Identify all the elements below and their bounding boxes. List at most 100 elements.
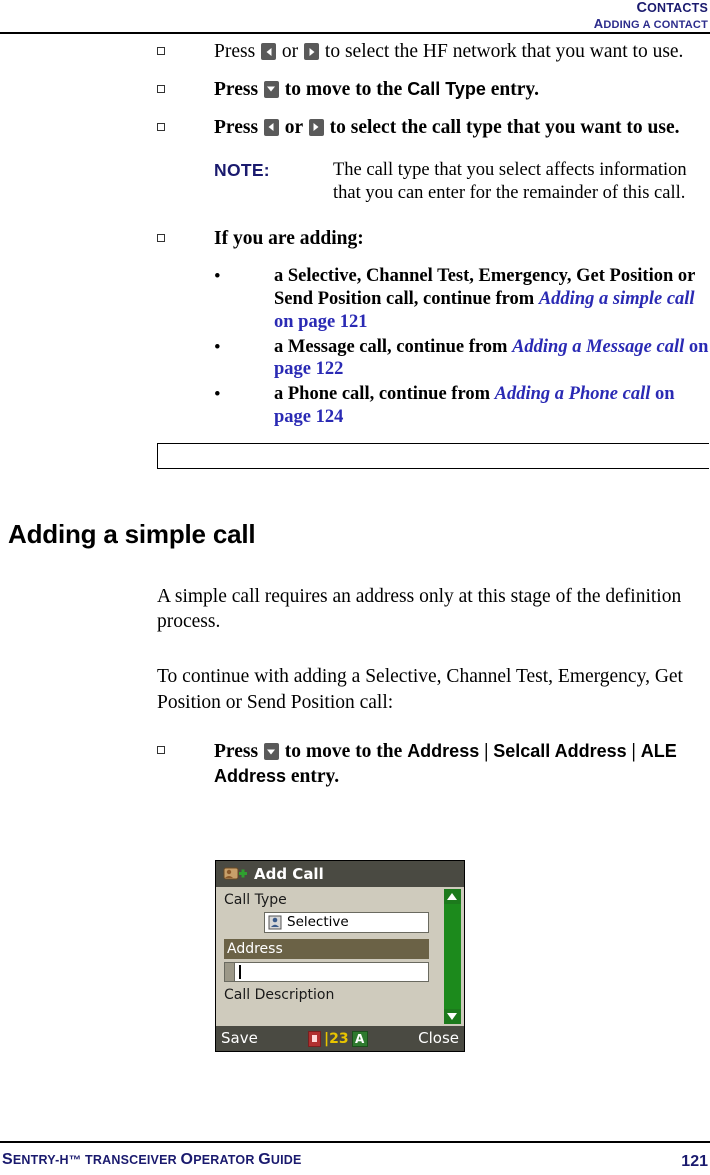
- cross-reference-link[interactable]: Adding a simple call: [539, 289, 695, 309]
- cross-reference-page[interactable]: on page 121: [274, 312, 368, 332]
- device-close-button[interactable]: Close: [418, 1029, 459, 1047]
- list-item-text: a Selective, Channel Test, Emergency, Ge…: [214, 265, 710, 333]
- header-section-initial: A: [593, 16, 604, 31]
- separator-2: |: [626, 741, 641, 763]
- list-item-text: a Phone call, continue from Adding a Pho…: [214, 383, 710, 429]
- footer-divider: [0, 1141, 710, 1143]
- square-bullet-icon: [157, 122, 165, 131]
- list-item-lead: a Phone call, continue from: [274, 384, 495, 405]
- if-adding-lead: If you are adding:: [214, 228, 364, 250]
- step-hf-network: Press or to select the HF network that y…: [0, 40, 710, 65]
- numeric-mode-indicator: |23: [324, 1030, 349, 1047]
- list-item: • a Phone call, continue from Adding a P…: [0, 383, 710, 429]
- right-arrow-key-icon: [304, 43, 320, 60]
- note-body: The call type that you select affects in…: [333, 159, 687, 204]
- footer-initial-o: O: [180, 1151, 194, 1168]
- down-arrow-key-icon: [263, 743, 279, 761]
- device-screenshot: Add Call Call Type Selective Address Cal…: [215, 860, 465, 1052]
- device-body: Call Type Selective Address Call Descrip…: [216, 887, 464, 1026]
- step-text-mid: to move to the: [279, 78, 408, 100]
- square-bullet-icon: [157, 84, 165, 93]
- cross-reference-link[interactable]: Adding a Message call: [512, 337, 684, 357]
- step-text-pre: Press: [214, 41, 261, 62]
- footer-guide-title: SENTRY-H™ TRANSCEIVER OPERATOR GUIDE: [2, 1151, 302, 1169]
- header-chapter-title: CONTACTS: [636, 0, 708, 16]
- device-call-description-label: Call Description: [224, 987, 335, 1003]
- separator-1: |: [479, 741, 494, 763]
- footer-initial-s: S: [2, 1151, 13, 1168]
- section-paragraph-2: To continue with adding a Selective, Cha…: [157, 666, 683, 713]
- step-call-type-text: Press to move to the Call Type entry.: [157, 78, 710, 103]
- alpha-mode-indicator: A: [351, 1030, 368, 1047]
- step-address-entry-text: Press to move to the Address | Selcall A…: [157, 739, 710, 790]
- device-save-button[interactable]: Save: [221, 1029, 258, 1047]
- step-select-call-type-text: Press or to select the call type that yo…: [157, 116, 710, 141]
- scroll-up-arrow-icon[interactable]: [444, 889, 461, 904]
- device-scrollbar[interactable]: [444, 889, 461, 1024]
- footer-text-4: UIDE: [270, 1153, 302, 1167]
- footer-text-1: ENTRY-H™ T: [12, 1153, 93, 1167]
- bullet-dot-icon: •: [214, 384, 221, 406]
- step-text-post: entry.: [286, 766, 340, 788]
- list-item: • a Selective, Channel Test, Emergency, …: [0, 265, 710, 333]
- square-bullet-icon: [157, 234, 165, 243]
- page-title: Adding a simple call: [8, 518, 256, 549]
- person-icon: [268, 915, 282, 930]
- step-text-pre: Press: [214, 116, 263, 138]
- content-frame-box: [157, 442, 709, 469]
- document-page: CONTACTS ADDING A CONTACT Press or to se…: [0, 0, 710, 1175]
- step-text-mid: to move to the: [279, 741, 408, 763]
- down-arrow-key-icon: [263, 80, 279, 98]
- header-section-title: ADDING A CONTACT: [594, 16, 708, 31]
- step-text-post: to select the HF network that you want t…: [320, 41, 684, 62]
- footer-text-3: PERATOR: [193, 1153, 259, 1167]
- step-text-pre: Press: [214, 741, 263, 763]
- list-item-lead: a Message call, continue from: [274, 336, 513, 357]
- lock-icon: [308, 1030, 321, 1047]
- device-status-icons: |23 A: [308, 1030, 368, 1047]
- header-divider: [0, 32, 710, 34]
- add-call-icon: [223, 867, 247, 880]
- step-text-post: to select the call type that you want to…: [324, 116, 680, 138]
- bullet-dot-icon: •: [214, 266, 221, 288]
- square-bullet-icon: [157, 47, 165, 55]
- note-label: NOTE:: [214, 159, 270, 180]
- scroll-down-arrow-icon[interactable]: [444, 1009, 461, 1024]
- step-text-post: entry.: [485, 78, 539, 100]
- selcall-address-label: Selcall Address: [493, 741, 627, 762]
- step-call-type: Press to move to the Call Type entry.: [0, 78, 710, 103]
- section-paragraph-1: A simple call requires an address only a…: [157, 585, 682, 632]
- scroll-thumb[interactable]: [444, 904, 461, 1009]
- step-text-mid: or: [279, 116, 308, 138]
- device-address-input[interactable]: [234, 962, 429, 982]
- note-block: NOTE: The call type that you select affe…: [0, 159, 710, 206]
- step-text-mid: or: [277, 41, 304, 62]
- device-footer-bar: Save |23 A Close: [216, 1026, 464, 1051]
- bullet-dot-icon: •: [214, 336, 221, 358]
- address-label: Address: [407, 741, 480, 762]
- header-section-rest: DDING A CONTACT: [603, 19, 708, 31]
- device-title-bar: Add Call: [216, 861, 464, 887]
- cross-reference-link[interactable]: Adding a Phone call: [495, 384, 651, 404]
- header-chapter-initial: C: [636, 0, 648, 16]
- call-type-label: Call Type: [407, 78, 486, 99]
- device-address-bar[interactable]: Address: [224, 939, 429, 959]
- list-item-text: a Message call, continue from Adding a M…: [214, 336, 710, 382]
- step-select-call-type: Press or to select the call type that yo…: [0, 116, 710, 141]
- header-chapter-rest: ONTACTS: [647, 1, 708, 15]
- step-hf-network-text: Press or to select the HF network that y…: [157, 40, 710, 65]
- step-if-adding: If you are adding:: [0, 227, 710, 252]
- square-bullet-icon: [157, 746, 165, 755]
- left-arrow-key-icon: [263, 118, 279, 136]
- list-item: • a Message call, continue from Adding a…: [0, 336, 710, 382]
- step-text-pre: Press: [214, 78, 263, 100]
- footer-text-2: RANSCEIVER: [92, 1153, 181, 1167]
- device-call-type-label: Call Type: [224, 892, 287, 908]
- device-call-type-field[interactable]: Selective: [264, 912, 429, 933]
- step-address-entry: Press to move to the Address | Selcall A…: [0, 739, 710, 790]
- page-number: 121: [681, 1153, 708, 1170]
- if-adding-list: • a Selective, Channel Test, Emergency, …: [0, 265, 710, 428]
- left-arrow-key-icon: [261, 43, 277, 60]
- device-call-type-value: Selective: [287, 914, 349, 930]
- device-address-label: Address: [227, 941, 283, 957]
